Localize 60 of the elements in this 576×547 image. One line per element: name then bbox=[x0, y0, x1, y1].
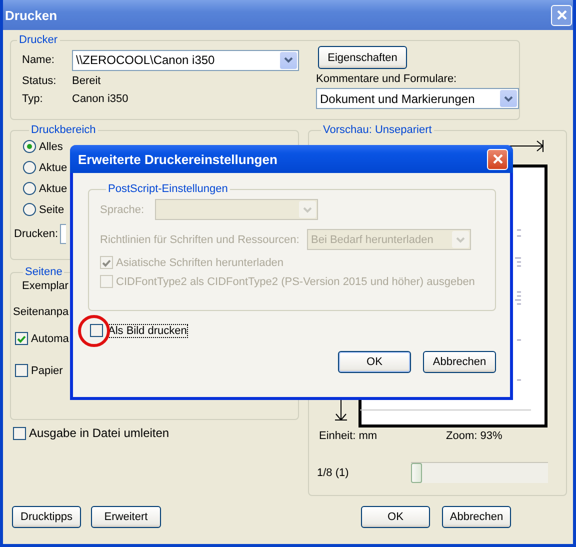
checkbox[interactable] bbox=[13, 426, 26, 440]
comments-dropdown[interactable]: Dokument und Markierungen bbox=[316, 88, 519, 109]
checkmark-icon bbox=[102, 258, 111, 266]
button[interactable]: OK bbox=[338, 351, 411, 373]
type-value: Canon i350 bbox=[72, 93, 128, 105]
printer-dropdown[interactable]: \\ZEROCOOL\Canon i350 bbox=[72, 50, 299, 70]
button[interactable]: Erweitert bbox=[91, 506, 161, 528]
close-icon bbox=[556, 10, 566, 20]
field-label: Kommentare und Formulare: bbox=[316, 73, 458, 85]
field-label: Drucken: bbox=[14, 228, 58, 240]
checkmark-icon bbox=[17, 334, 26, 342]
caret-icon bbox=[303, 206, 312, 212]
status-value: Bereit bbox=[72, 75, 101, 87]
group-label: Druckbereich bbox=[30, 124, 97, 136]
close-button[interactable] bbox=[487, 148, 508, 170]
field-label: Sprache: bbox=[100, 204, 146, 216]
checkbox-label: Automa bbox=[31, 332, 69, 344]
checkbox-label: Asiatische Schriften herunterladen bbox=[116, 256, 284, 268]
close-icon bbox=[492, 154, 502, 164]
group-label: Seitene bbox=[24, 266, 64, 278]
checkbox-label: Ausgabe in Datei umleiten bbox=[29, 426, 170, 440]
caret-icon bbox=[284, 57, 293, 63]
checkbox[interactable] bbox=[15, 364, 28, 377]
radio-button[interactable] bbox=[23, 182, 36, 195]
caret-icon bbox=[504, 96, 513, 102]
button[interactable]: Eigenschaften bbox=[318, 46, 407, 69]
page-slider[interactable] bbox=[411, 462, 548, 483]
button[interactable]: OK bbox=[361, 506, 430, 528]
checkbox[interactable] bbox=[90, 324, 103, 337]
radio-label: Alles bbox=[39, 140, 63, 152]
slider-thumb[interactable] bbox=[411, 463, 422, 483]
print-field[interactable] bbox=[60, 224, 66, 244]
button[interactable]: Drucktipps bbox=[12, 506, 81, 528]
field-label: Status: bbox=[22, 75, 58, 87]
group-label: Drucker bbox=[18, 34, 59, 46]
radio-label: Aktue bbox=[39, 182, 68, 194]
close-button[interactable] bbox=[551, 4, 572, 26]
field-label: Exemplar bbox=[22, 280, 68, 292]
group-label: Vorschau: Unsepariert bbox=[322, 124, 433, 136]
radio-label: Aktue bbox=[39, 162, 68, 174]
field-label: Typ: bbox=[22, 93, 44, 105]
button[interactable]: Abbrechen bbox=[442, 506, 511, 528]
unit-label: Einheit: mm bbox=[319, 430, 378, 444]
radio-button[interactable] bbox=[23, 203, 36, 216]
window-title: Drucken bbox=[5, 8, 58, 22]
checkbox-label: CIDFontType2 als CIDFontType2 (PS-Version 2015 und höher) ausgeben bbox=[116, 276, 475, 288]
checkbox[interactable] bbox=[15, 332, 28, 345]
group-label: PostScript-Einstellungen bbox=[107, 183, 229, 195]
checkbox-label: Papier bbox=[31, 364, 63, 376]
field-label: Seitenanpa bbox=[13, 306, 69, 318]
button[interactable]: Abbrechen bbox=[423, 351, 496, 373]
caret-icon bbox=[456, 236, 465, 242]
radio-button[interactable] bbox=[23, 140, 36, 153]
zoom-label: Zoom: 93% bbox=[446, 430, 502, 444]
radio-label: Seite bbox=[39, 204, 64, 216]
page-label: 1/8 (1) bbox=[317, 466, 350, 478]
field-label: Name: bbox=[22, 54, 56, 66]
dialog-title: Erweiterte Druckereinstellungen bbox=[78, 152, 278, 166]
radio-button[interactable] bbox=[23, 161, 36, 174]
field-label: Richtlinien für Schriften und Ressourcen: bbox=[100, 234, 300, 246]
